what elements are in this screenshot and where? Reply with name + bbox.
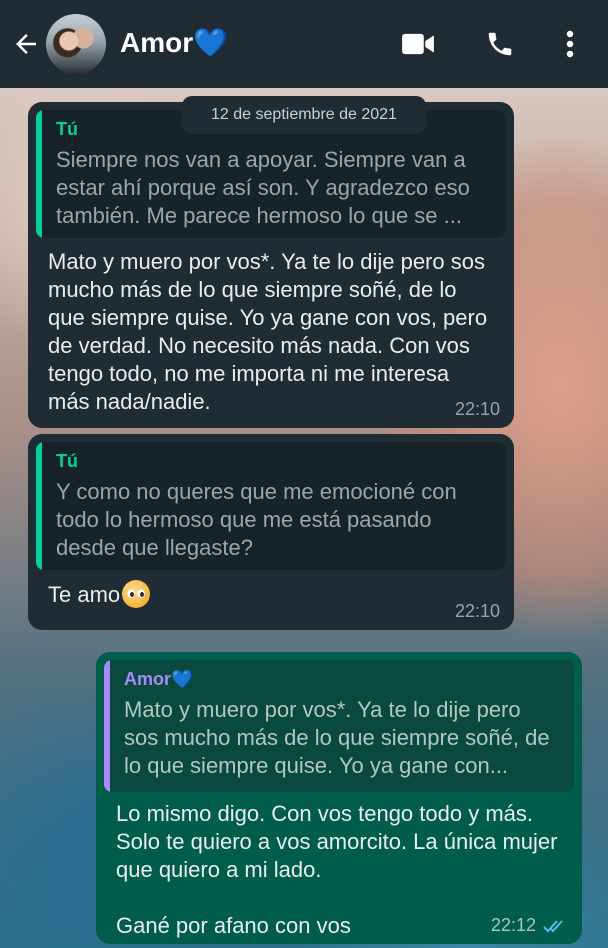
message-text-line: Lo mismo digo. Con vos tengo todo y más.… [116,801,558,882]
quoted-message[interactable]: Amor💙 Mato y muero por vos*. Ya te lo di… [104,660,574,792]
video-call-button[interactable] [398,26,438,62]
video-camera-icon [402,33,434,55]
phone-icon [488,32,512,56]
pleading-face-emoji-icon [122,580,151,608]
message-text: Mato y muero por vos*. Ya te lo dije per… [48,249,488,414]
message-bubble-incoming[interactable]: Tú Siempre nos van a apoyar. Siempre van… [28,102,514,428]
contact-avatar[interactable] [46,14,106,74]
message-meta: 22:12 [491,915,568,936]
message-meta: 22:10 [455,601,500,622]
back-button[interactable] [8,26,44,62]
message-meta: 22:10 [455,399,500,420]
quote-author: Amor💙 [124,669,194,689]
contact-name[interactable]: Amor💙 [120,26,228,59]
more-options-button[interactable] [552,26,588,62]
date-separator: 12 de septiembre de 2021 [182,96,426,134]
message-time: 22:10 [454,601,500,621]
quote-text: Mato y muero por vos*. Ya te lo dije per… [124,697,550,778]
message-time: 22:10 [454,399,500,419]
message-time: 22:12 [490,915,536,935]
quote-text: Siempre nos van a apoyar. Siempre van a … [56,147,470,228]
message-text: Te amo [36,570,506,609]
chat-header: Amor💙 [0,0,608,88]
kebab-menu-icon [566,30,574,58]
quote-text: Y como no queres que me emocioné con tod… [56,479,457,560]
message-text-content: Te amo [48,582,121,607]
message-bubble-outgoing[interactable]: Amor💙 Mato y muero por vos*. Ya te lo di… [96,652,582,944]
arrow-left-icon [16,34,36,54]
voice-call-button[interactable] [480,26,520,62]
quoted-message[interactable]: Tú Y como no queres que me emocioné con … [36,442,506,570]
read-double-check-icon [543,919,563,932]
message-bubble-incoming[interactable]: Tú Y como no queres que me emocioné con … [28,434,514,630]
quote-author: Tú [56,451,78,471]
